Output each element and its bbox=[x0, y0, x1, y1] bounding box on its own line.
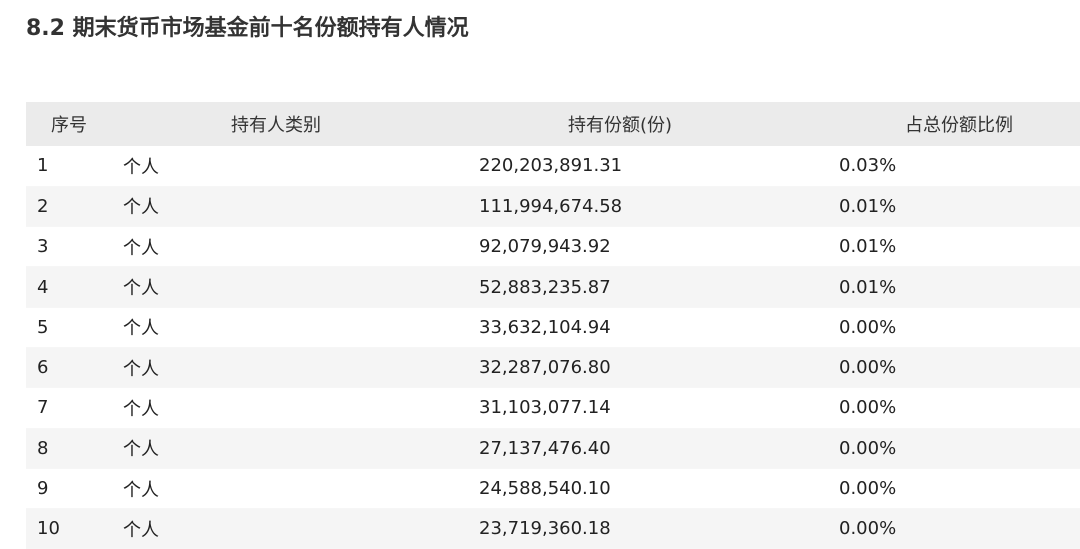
column-header-seq: 序号 bbox=[51, 115, 87, 136]
cell-seq: 6 bbox=[37, 357, 49, 379]
cell-holder-type: 个人 bbox=[123, 439, 159, 461]
cell-shares: 24,588,540.10 bbox=[479, 478, 611, 500]
table-row: 8 个人 27,137,476.40 0.00% bbox=[26, 428, 1080, 469]
cell-ratio: 0.03% bbox=[839, 155, 897, 177]
table-row: 2 个人 111,994,674.58 0.01% bbox=[26, 186, 1080, 227]
cell-shares: 27,137,476.40 bbox=[479, 437, 611, 459]
cell-ratio: 0.01% bbox=[839, 195, 897, 217]
table-row: 5 个人 33,632,104.94 0.00% bbox=[26, 307, 1080, 348]
column-header-shares: 持有份额(份) bbox=[568, 115, 673, 136]
header-row: 序号 持有人类别 持有份额(份) 占总份额比例 bbox=[26, 102, 1080, 146]
table-row: 7 个人 31,103,077.14 0.00% bbox=[26, 388, 1080, 429]
table-row: 1 个人 220,203,891.31 0.03% bbox=[26, 146, 1080, 187]
cell-holder-type: 个人 bbox=[123, 237, 159, 259]
cell-holder-type: 个人 bbox=[123, 358, 159, 380]
cell-holder-type: 个人 bbox=[123, 318, 159, 340]
cell-ratio: 0.01% bbox=[839, 276, 897, 298]
table-row: 6 个人 32,287,076.80 0.00% bbox=[26, 347, 1080, 388]
cell-seq: 8 bbox=[37, 437, 49, 459]
table-body: 1 个人 220,203,891.31 0.03% 2 个人 111,994,6… bbox=[26, 146, 1080, 549]
cell-shares: 220,203,891.31 bbox=[479, 155, 623, 177]
cell-seq: 2 bbox=[37, 195, 49, 217]
cell-ratio: 0.01% bbox=[839, 236, 897, 258]
table-header: 序号 持有人类别 持有份额(份) 占总份额比例 bbox=[26, 102, 1080, 146]
cell-holder-type: 个人 bbox=[123, 398, 159, 420]
column-header-holder-type: 持有人类别 bbox=[231, 115, 321, 136]
cell-seq: 9 bbox=[37, 478, 49, 500]
cell-seq: 3 bbox=[37, 236, 49, 258]
cell-shares: 32,287,076.80 bbox=[479, 357, 611, 379]
table-row: 9 个人 24,588,540.10 0.00% bbox=[26, 468, 1080, 509]
column-header-ratio: 占总份额比例 bbox=[905, 115, 1013, 136]
table-row: 10 个人 23,719,360.18 0.00% bbox=[26, 508, 1080, 549]
cell-ratio: 0.00% bbox=[839, 478, 897, 500]
section-title: 8.2 期末货币市场基金前十名份额持有人情况 bbox=[26, 16, 469, 41]
cell-seq: 1 bbox=[37, 155, 49, 177]
cell-seq: 7 bbox=[37, 397, 49, 419]
cell-shares: 111,994,674.58 bbox=[479, 195, 623, 217]
cell-seq: 4 bbox=[37, 276, 49, 298]
cell-shares: 92,079,943.92 bbox=[479, 236, 611, 258]
cell-shares: 33,632,104.94 bbox=[479, 316, 611, 338]
cell-ratio: 0.00% bbox=[839, 357, 897, 379]
cell-holder-type: 个人 bbox=[123, 479, 159, 501]
cell-holder-type: 个人 bbox=[123, 197, 159, 219]
cell-seq: 10 bbox=[37, 518, 60, 540]
cell-holder-type: 个人 bbox=[123, 156, 159, 178]
holders-table: 序号 持有人类别 持有份额(份) 占总份额比例 1 个人 220,203,891… bbox=[26, 102, 1080, 549]
cell-holder-type: 个人 bbox=[123, 519, 159, 541]
cell-ratio: 0.00% bbox=[839, 518, 897, 540]
cell-ratio: 0.00% bbox=[839, 437, 897, 459]
cell-shares: 23,719,360.18 bbox=[479, 518, 611, 540]
table-row: 4 个人 52,883,235.87 0.01% bbox=[26, 266, 1080, 308]
cell-shares: 52,883,235.87 bbox=[479, 276, 611, 298]
cell-ratio: 0.00% bbox=[839, 316, 897, 338]
cell-holder-type: 个人 bbox=[123, 278, 159, 300]
cell-shares: 31,103,077.14 bbox=[479, 397, 611, 419]
cell-seq: 5 bbox=[37, 316, 49, 338]
cell-ratio: 0.00% bbox=[839, 397, 897, 419]
table-row: 3 个人 92,079,943.92 0.01% bbox=[26, 227, 1080, 267]
